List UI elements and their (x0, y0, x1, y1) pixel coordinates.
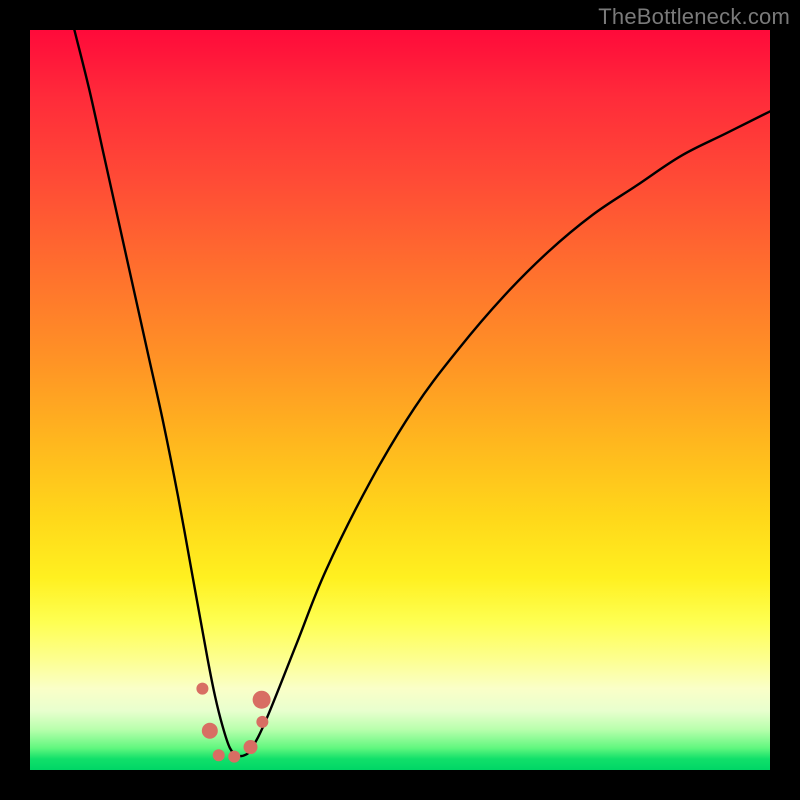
curve-marker (202, 723, 218, 739)
curve-marker (196, 683, 208, 695)
watermark-text: TheBottleneck.com (598, 4, 790, 30)
plot-area (30, 30, 770, 770)
curve-marker (253, 691, 271, 709)
curve-layer (30, 30, 770, 770)
curve-marker (256, 716, 268, 728)
curve-markers (196, 683, 270, 763)
chart-frame: TheBottleneck.com (0, 0, 800, 800)
curve-marker (213, 749, 225, 761)
bottleneck-curve (74, 30, 770, 756)
curve-marker (244, 740, 258, 754)
curve-marker (228, 751, 240, 763)
